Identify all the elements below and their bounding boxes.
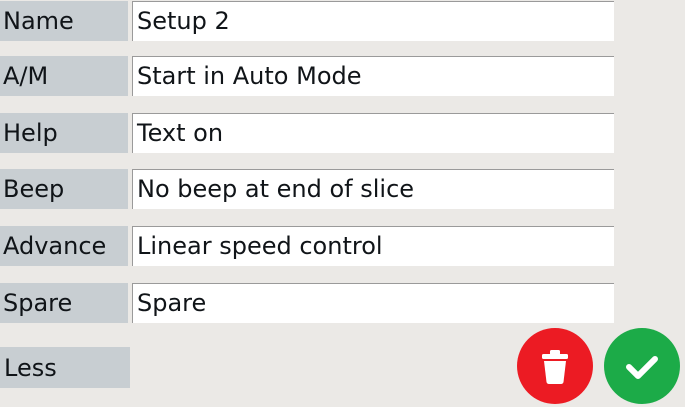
field-label-name: Name	[0, 1, 128, 41]
delete-button[interactable]	[517, 328, 593, 404]
beep-field[interactable]: No beep at end of slice	[132, 169, 614, 209]
help-field[interactable]: Text on	[132, 113, 614, 153]
field-label-am: A/M	[0, 56, 128, 96]
field-label-advance: Advance	[0, 226, 128, 266]
checkmark-icon	[604, 328, 680, 404]
advance-field[interactable]: Linear speed control	[132, 226, 614, 266]
field-label-spare: Spare	[0, 283, 128, 323]
am-field[interactable]: Start in Auto Mode	[132, 56, 614, 96]
less-button[interactable]: Less	[0, 347, 130, 388]
field-label-help: Help	[0, 113, 128, 153]
spare-field[interactable]: Spare	[132, 283, 614, 323]
trash-icon	[517, 328, 593, 404]
field-label-beep: Beep	[0, 169, 128, 209]
name-field[interactable]: Setup 2	[132, 1, 614, 41]
confirm-button[interactable]	[604, 328, 680, 404]
